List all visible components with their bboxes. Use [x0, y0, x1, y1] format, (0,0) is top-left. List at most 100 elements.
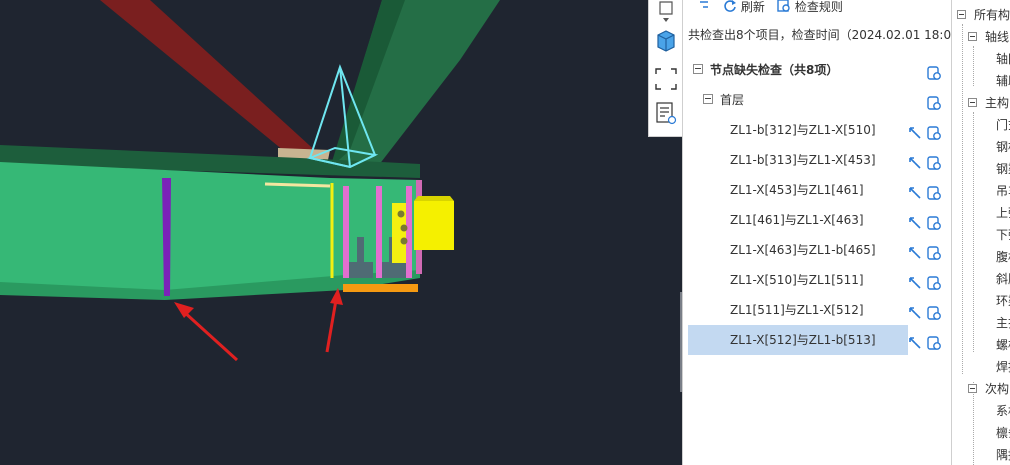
component-tree-label: 系杆 — [996, 404, 1010, 418]
tree-item-label: ZL1[461]与ZL1-X[463] — [730, 213, 864, 227]
pink-plate-2 — [376, 186, 382, 278]
pink-plate-1 — [343, 186, 349, 278]
red-diagonal-member — [100, 0, 320, 160]
panel-toolbar: 刷新 检查规则 — [683, 0, 951, 18]
collapse-toggle[interactable] — [968, 384, 977, 393]
component-tree-item[interactable]: 焊接 — [952, 356, 1010, 378]
check-rules-button[interactable]: 检查规则 — [777, 0, 843, 16]
bolt-hole — [400, 237, 408, 245]
collapse-toggle[interactable] — [703, 94, 713, 104]
component-tree-label: 轴网 — [996, 52, 1010, 66]
collapse-icon[interactable] — [697, 0, 711, 16]
component-tree-item[interactable]: 腹杆 — [952, 246, 1010, 268]
component-tree-label: 钢柱 — [996, 140, 1010, 154]
locate-icon[interactable] — [907, 302, 923, 319]
3d-view-icon[interactable] — [653, 27, 679, 53]
tree-root-node-missing-check[interactable]: 节点缺失检查（共8项） — [683, 55, 951, 85]
component-tree-item[interactable]: 系杆 — [952, 400, 1010, 422]
component-tree-item[interactable]: 钢梁 — [952, 158, 1010, 180]
locate-icon[interactable] — [907, 152, 923, 169]
export-icon[interactable] — [926, 122, 942, 140]
yellow-block-top — [414, 196, 454, 201]
tree-item-row[interactable]: ZL1[461]与ZL1-X[463] — [683, 205, 951, 235]
locate-icon[interactable] — [907, 332, 923, 349]
model-canvas[interactable] — [0, 0, 682, 465]
component-tree-label: 门式 — [996, 118, 1010, 132]
tree-item-row[interactable]: ZL1-X[453]与ZL1[461] — [683, 175, 951, 205]
check-rules-label: 检查规则 — [794, 0, 843, 14]
refresh-button[interactable]: 刷新 — [723, 0, 765, 16]
property-list-icon[interactable] — [653, 100, 679, 126]
export-icon[interactable] — [926, 242, 942, 260]
component-tree-item[interactable]: 吊车 — [952, 180, 1010, 202]
fit-view-icon[interactable] — [653, 66, 679, 92]
tree-floor-first[interactable]: 首层 — [683, 85, 951, 115]
pink-plate-3 — [406, 186, 412, 278]
collapse-toggle[interactable] — [957, 10, 966, 19]
model-viewport[interactable] — [0, 0, 682, 465]
component-group-row[interactable]: 次构 — [952, 378, 1010, 400]
locate-icon[interactable] — [907, 122, 923, 139]
component-tree-item[interactable]: 辅助 — [952, 70, 1010, 92]
tree-item-label: ZL1-X[453]与ZL1[461] — [730, 183, 864, 197]
tree-item-row[interactable]: ZL1-b[313]与ZL1-X[453] — [683, 145, 951, 175]
component-tree-item[interactable]: 环梁 — [952, 290, 1010, 312]
locate-icon[interactable] — [907, 242, 923, 259]
tree-item-row[interactable]: ZL1-X[512]与ZL1-b[513] — [683, 325, 951, 355]
component-tree-label: 下弦 — [996, 228, 1010, 242]
export-icon[interactable] — [926, 182, 942, 200]
tree-item-label: ZL1-b[313]与ZL1-X[453] — [730, 153, 876, 167]
view-cube-icon[interactable] — [653, 0, 679, 26]
yellow-block — [414, 201, 454, 250]
component-tree-label: 焊接 — [996, 360, 1010, 374]
component-tree-item[interactable]: 隅撑 — [952, 444, 1010, 465]
component-tree-item[interactable]: 斜腹 — [952, 268, 1010, 290]
component-tree-label: 主构 — [985, 96, 1010, 110]
export-icon[interactable] — [926, 272, 942, 290]
locate-icon[interactable] — [907, 182, 923, 199]
component-tree-item[interactable]: 门式 — [952, 114, 1010, 136]
tree-item-row[interactable]: ZL1-X[510]与ZL1[511] — [683, 265, 951, 295]
component-tree-item[interactable]: 檩条 — [952, 422, 1010, 444]
component-tree-item[interactable]: 轴网 — [952, 48, 1010, 70]
component-tree-label: 隅撑 — [996, 448, 1010, 462]
collapse-toggle[interactable] — [968, 32, 977, 41]
tree-item-row[interactable]: ZL1-b[312]与ZL1-X[510] — [683, 115, 951, 145]
component-tree-label: 斜腹 — [996, 272, 1010, 286]
view-toolbar — [648, 0, 683, 137]
red-arrow-right — [325, 288, 343, 353]
component-tree-item[interactable]: 下弦 — [952, 224, 1010, 246]
bolt-stem-1 — [357, 237, 364, 263]
yellow-light-line — [264, 182, 331, 188]
collapse-toggle[interactable] — [693, 64, 703, 74]
tree-item-label: ZL1[511]与ZL1-X[512] — [730, 303, 864, 317]
component-tree-label: 环梁 — [996, 294, 1010, 308]
component-tree-label: 腹杆 — [996, 250, 1010, 264]
component-tree-item[interactable]: 螺栓 — [952, 334, 1010, 356]
export-icon[interactable] — [926, 212, 942, 230]
collapse-toggle[interactable] — [968, 98, 977, 107]
tree-item-label: ZL1-X[463]与ZL1-b[465] — [730, 243, 876, 257]
tree-item-row[interactable]: ZL1[511]与ZL1-X[512] — [683, 295, 951, 325]
locate-icon[interactable] — [907, 212, 923, 229]
tree-item-row[interactable]: ZL1-X[463]与ZL1-b[465] — [683, 235, 951, 265]
green-diagonal-beam — [330, 0, 500, 170]
export-icon[interactable] — [926, 152, 942, 170]
refresh-label: 刷新 — [740, 0, 765, 14]
export-icon[interactable] — [926, 302, 942, 320]
export-icon[interactable] — [926, 332, 942, 350]
component-group-row[interactable]: 主构 — [952, 92, 1010, 114]
component-tree-item[interactable]: 上弦 — [952, 202, 1010, 224]
component-tree-item[interactable]: 主拉 — [952, 312, 1010, 334]
component-tree-label: 次构 — [985, 382, 1010, 396]
export-icon[interactable] — [926, 62, 942, 80]
red-arrow-left — [174, 302, 239, 362]
component-tree-label: 上弦 — [996, 206, 1010, 220]
component-group-row[interactable]: 所有构 — [952, 4, 1010, 26]
export-icon[interactable] — [926, 92, 942, 110]
locate-icon[interactable] — [907, 272, 923, 289]
component-tree-panel: 所有构轴线轴网辅助主构门式钢柱钢梁吊车上弦下弦腹杆斜腹环梁主拉螺栓焊接次构系杆檩… — [951, 0, 1010, 465]
component-group-row[interactable]: 轴线 — [952, 26, 1010, 48]
bolt-hole — [397, 210, 405, 218]
component-tree-item[interactable]: 钢柱 — [952, 136, 1010, 158]
